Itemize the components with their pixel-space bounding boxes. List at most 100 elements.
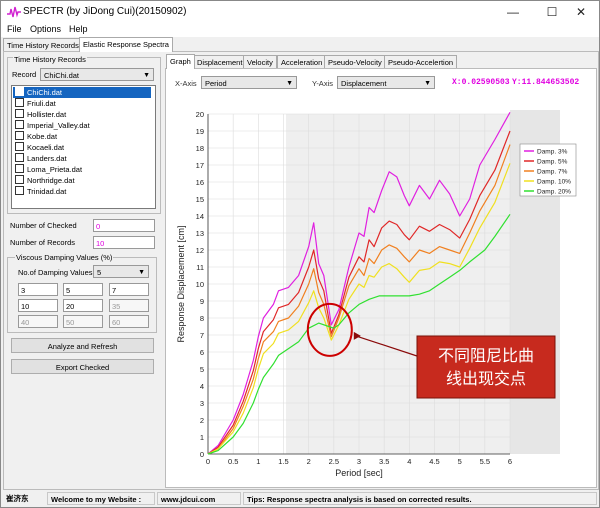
- record-item-hollister[interactable]: Hollister.dat: [13, 109, 66, 120]
- record-name: Imperial_Valley.dat: [27, 121, 90, 130]
- record-item-imperial-valley[interactable]: Imperial_Valley.dat: [13, 120, 90, 131]
- damping-value-5[interactable]: 20: [63, 299, 103, 312]
- y-tick-label: 8: [200, 314, 204, 323]
- record-item-landers[interactable]: Landers.dat: [13, 153, 67, 164]
- legend-label: Damp. 10%: [537, 179, 571, 186]
- cursor-y-readout: Y:11.844653502: [512, 78, 580, 87]
- tab-time-history-records[interactable]: Time History Records: [3, 38, 83, 52]
- y-tick-label: 1: [200, 433, 204, 442]
- window-title: SPECTR (by JiDong Cui)(20150902): [23, 6, 187, 17]
- checkbox-icon[interactable]: [15, 120, 24, 129]
- response-spectrum-chart[interactable]: 0 0.5 1 1.5 2 2.5 3 3.5 4 4.5 5 5.5 6012345678910111…: [167, 93, 593, 485]
- status-bar: 崔济东 Welcome to my Website : www.jdcui.co…: [1, 491, 599, 507]
- tab-displacement[interactable]: Displacement: [193, 55, 247, 69]
- tab-graph[interactable]: Graph: [166, 54, 195, 69]
- record-item-trinidad[interactable]: Trinidad.dat: [13, 186, 66, 197]
- checkbox-icon[interactable]: [15, 164, 24, 173]
- record-name: Northridge.dat: [27, 176, 75, 185]
- x-tick-label: 6: [508, 457, 512, 466]
- x-tick-label: 4.5: [429, 457, 439, 466]
- record-item-loma-prieta[interactable]: Loma_Prieta.dat: [13, 164, 82, 175]
- legend-label: Damp. 20%: [537, 189, 571, 196]
- menu-help[interactable]: Help: [69, 24, 88, 34]
- checkbox-icon[interactable]: [15, 142, 24, 151]
- records-list[interactable]: ChiChi.dat Friuli.dat Hollister.dat Impe…: [11, 85, 156, 209]
- record-name: ChiChi.dat: [27, 88, 63, 97]
- menu-bar: File Options Help: [1, 23, 599, 37]
- y-tick-label: 9: [200, 297, 204, 306]
- y-tick-label: 6: [200, 348, 204, 357]
- damping-value-3[interactable]: 7: [109, 283, 149, 296]
- damping-value-4[interactable]: 10: [18, 299, 58, 312]
- app-window: SPECTR (by JiDong Cui)(20150902) — ☐ ✕ F…: [0, 0, 600, 508]
- x-tick-label: 2.5: [329, 457, 339, 466]
- chevron-down-icon: ▼: [424, 80, 431, 87]
- record-name: Loma_Prieta.dat: [27, 165, 83, 174]
- x-axis-select-value: Period: [205, 79, 227, 88]
- title-bar: SPECTR (by JiDong Cui)(20150902) — ☐ ✕: [1, 1, 599, 23]
- y-tick-label: 0: [200, 450, 204, 459]
- status-author: 崔济东: [6, 494, 29, 503]
- record-label: Record: [12, 70, 37, 79]
- record-select[interactable]: ChiChi.dat ▼: [40, 68, 154, 81]
- record-name: Kobe.dat: [27, 132, 58, 141]
- menu-options[interactable]: Options: [30, 24, 61, 34]
- record-item-northridge[interactable]: Northridge.dat: [13, 175, 75, 186]
- record-name: Kocaeli.dat: [27, 143, 65, 152]
- y-tick-label: 12: [196, 246, 204, 255]
- menu-file[interactable]: File: [7, 24, 22, 34]
- checkbox-icon[interactable]: [15, 87, 24, 96]
- y-tick-label: 17: [196, 161, 204, 170]
- y-tick-label: 16: [196, 178, 204, 187]
- y-tick-label: 20: [196, 110, 204, 119]
- annotation-line-2: 线出现交点: [446, 369, 526, 388]
- tab-velocity[interactable]: Velocity: [243, 55, 277, 69]
- damping-value-6: 35: [109, 299, 149, 312]
- x-axis-select[interactable]: Period ▼: [201, 76, 297, 89]
- record-item-kobe[interactable]: Kobe.dat: [13, 131, 57, 142]
- y-axis-label: Y-Axis: [312, 79, 333, 88]
- damping-count-select[interactable]: 5 ▼: [93, 265, 149, 278]
- x-axis-title: Period [sec]: [335, 468, 383, 478]
- record-name: Hollister.dat: [27, 110, 67, 119]
- cursor-x-readout: X:0.02590503: [452, 78, 510, 87]
- y-tick-label: 2: [200, 416, 204, 425]
- record-name: Landers.dat: [27, 154, 67, 163]
- minimize-button[interactable]: —: [496, 1, 530, 23]
- tab-elastic-response-spectra[interactable]: Elastic Response Spectra: [79, 37, 173, 52]
- checkbox-icon[interactable]: [15, 131, 24, 140]
- x-tick-label: 3.5: [379, 457, 389, 466]
- checkbox-icon[interactable]: [15, 153, 24, 162]
- damping-count-label: No.of Damping Values: [18, 268, 93, 277]
- analyze-refresh-button[interactable]: Analyze and Refresh: [11, 338, 154, 353]
- y-tick-label: 11: [196, 263, 204, 272]
- legend-label: Damp. 7%: [537, 169, 568, 176]
- record-item-kocaeli[interactable]: Kocaeli.dat: [13, 142, 64, 153]
- x-tick-label: 4: [407, 457, 411, 466]
- checkbox-icon[interactable]: [15, 175, 24, 184]
- tab-acceleration[interactable]: Acceleration: [277, 55, 327, 69]
- close-button[interactable]: ✕: [564, 1, 598, 23]
- status-website-link[interactable]: www.jdcui.com: [157, 492, 241, 505]
- checkbox-icon[interactable]: [15, 186, 24, 195]
- y-tick-label: 3: [200, 399, 204, 408]
- record-select-value: ChiChi.dat: [44, 71, 80, 80]
- y-tick-label: 4: [200, 382, 204, 391]
- record-name: Friuli.dat: [27, 99, 56, 108]
- tab-pseudo-accelertion[interactable]: Pseudo-Accelertion: [384, 55, 458, 69]
- tab-pseudo-velocity[interactable]: Pseudo-Velocity: [324, 55, 386, 69]
- legend-label: Damp. 5%: [537, 159, 568, 166]
- record-item-chichi[interactable]: ChiChi.dat: [13, 87, 151, 98]
- export-checked-button[interactable]: Export Checked: [11, 359, 154, 374]
- checkbox-icon[interactable]: [15, 109, 24, 118]
- x-tick-label: 0.5: [228, 457, 238, 466]
- record-item-friuli[interactable]: Friuli.dat: [13, 98, 56, 109]
- damping-value-2[interactable]: 5: [63, 283, 103, 296]
- checkbox-icon[interactable]: [15, 98, 24, 107]
- x-tick-label: 1.5: [278, 457, 288, 466]
- y-axis-select[interactable]: Displacement ▼: [337, 76, 435, 89]
- records-count-label: Number of Records: [10, 238, 76, 247]
- y-tick-label: 15: [196, 195, 204, 204]
- y-tick-label: 14: [196, 212, 204, 221]
- damping-value-1[interactable]: 3: [18, 283, 58, 296]
